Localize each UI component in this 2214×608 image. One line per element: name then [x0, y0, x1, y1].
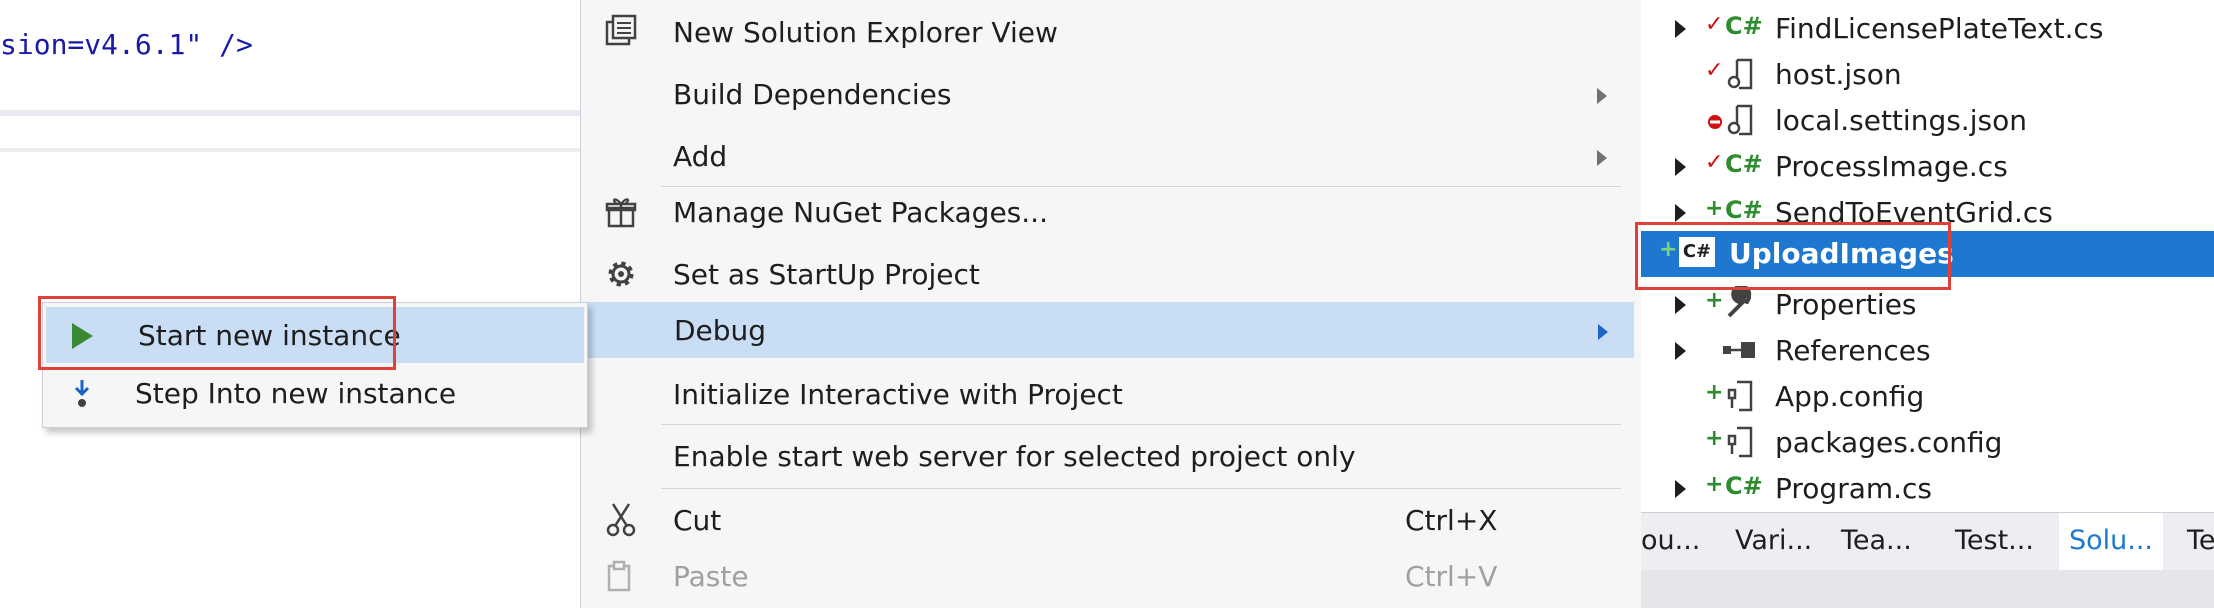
- wrench-icon: [1727, 286, 1752, 318]
- new-view-icon: [605, 14, 637, 46]
- menu-item-manage-nuget[interactable]: Manage NuGet Packages...: [581, 184, 1637, 240]
- submenu-item-step-into-new-instance[interactable]: Step Into new instance: [43, 365, 587, 421]
- menu-shortcut: Ctrl+V: [1405, 560, 1498, 593]
- tree-node-packages-config[interactable]: + packages.config: [1641, 420, 2214, 466]
- tree-node-label: Properties: [1775, 288, 1917, 321]
- nuget-gift-icon: [605, 198, 637, 228]
- menu-item-label: Add: [673, 140, 728, 173]
- menu-item-label: Paste: [673, 560, 749, 593]
- highlight-callout-uploadimages: [1635, 222, 1951, 290]
- paste-icon: [607, 560, 631, 592]
- submenu-arrow-icon: [1597, 150, 1607, 166]
- bottom-bar: [1641, 570, 2214, 608]
- submenu-arrow-icon: [1598, 324, 1608, 340]
- json-file-icon: [1727, 58, 1753, 90]
- tree-node-app-config[interactable]: + App.config: [1641, 374, 2214, 420]
- menu-item-label: New Solution Explorer View: [673, 16, 1058, 49]
- submenu-arrow-icon: [1597, 88, 1607, 104]
- checkmark-icon: ✓: [1705, 150, 1724, 175]
- menu-item-cut[interactable]: Cut Ctrl+X: [581, 492, 1637, 548]
- tab-test[interactable]: Test...: [1955, 525, 2034, 556]
- added-plus-icon: +: [1705, 426, 1724, 451]
- checkmark-icon: ✓: [1705, 12, 1724, 37]
- context-menu: New Solution Explorer View Build Depende…: [580, 0, 1642, 608]
- tree-node-processimage[interactable]: ✓ C# ProcessImage.cs: [1641, 144, 2214, 190]
- added-plus-icon: +: [1705, 472, 1724, 497]
- menu-item-debug[interactable]: Debug: [582, 302, 1634, 358]
- code-line: sion=v4.6.1" />: [0, 28, 253, 61]
- expand-arrow-icon[interactable]: [1675, 342, 1686, 360]
- expand-arrow-icon[interactable]: [1675, 480, 1686, 498]
- tab-solution-explorer[interactable]: Solu...: [2059, 513, 2164, 571]
- menu-item-set-startup[interactable]: Set as StartUp Project: [581, 246, 1637, 302]
- tree-node-findlicenseplatetext[interactable]: ✓ C# FindLicensePlateText.cs: [1641, 6, 2214, 52]
- menu-item-add[interactable]: Add: [581, 128, 1637, 184]
- expand-arrow-icon[interactable]: [1675, 20, 1686, 38]
- step-into-icon: [74, 380, 90, 407]
- tree-node-label: App.config: [1775, 380, 1925, 413]
- csharp-file-icon: C#: [1725, 472, 1763, 500]
- menu-item-label: Cut: [673, 504, 722, 537]
- tab-team-2[interactable]: Te: [2187, 525, 2214, 556]
- menu-item-label: Set as StartUp Project: [673, 258, 980, 291]
- highlight-callout-start-new-instance: [38, 296, 396, 370]
- menu-item-label: Debug: [674, 314, 767, 347]
- menu-item-label: Initialize Interactive with Project: [673, 378, 1123, 411]
- menu-separator: [661, 488, 1621, 489]
- menu-separator: [661, 424, 1621, 425]
- tree-node-label: packages.config: [1775, 426, 2003, 459]
- csharp-file-icon: C#: [1725, 150, 1763, 178]
- menu-item-enable-web-server[interactable]: Enable start web server for selected pro…: [581, 428, 1637, 484]
- menu-shortcut: Ctrl+X: [1405, 504, 1498, 537]
- tab-variables[interactable]: Vari...: [1735, 525, 1812, 556]
- tab-output[interactable]: ou...: [1641, 525, 1700, 556]
- added-plus-icon: +: [1705, 380, 1724, 405]
- json-file-icon: [1727, 104, 1753, 136]
- tree-node-label: References: [1775, 334, 1931, 367]
- tree-node-host-json[interactable]: ✓ host.json: [1641, 52, 2214, 98]
- tab-team[interactable]: Tea...: [1841, 525, 1912, 556]
- tree-node-label: FindLicensePlateText.cs: [1775, 12, 2104, 45]
- menu-item-paste[interactable]: Paste Ctrl+V: [581, 548, 1637, 604]
- tree-node-program-cs[interactable]: + C# Program.cs: [1641, 466, 2214, 512]
- menu-item-label: Manage NuGet Packages...: [673, 196, 1048, 229]
- scissors-icon: [606, 503, 636, 537]
- excluded-icon: [1708, 115, 1722, 129]
- config-file-icon: [1727, 426, 1753, 458]
- tree-node-label: host.json: [1775, 58, 1902, 91]
- editor-divider-2: [0, 148, 580, 152]
- added-plus-icon: +: [1705, 288, 1724, 313]
- menu-item-new-solution-explorer-view[interactable]: New Solution Explorer View: [581, 4, 1637, 60]
- references-icon: [1723, 342, 1755, 358]
- tree-node-label: ProcessImage.cs: [1775, 150, 2008, 183]
- config-file-icon: [1727, 380, 1753, 412]
- tree-node-label: local.settings.json: [1775, 104, 2027, 137]
- tree-node-label: Program.cs: [1775, 472, 1933, 505]
- expand-arrow-icon[interactable]: [1675, 158, 1686, 176]
- menu-item-initialize-interactive[interactable]: Initialize Interactive with Project: [581, 366, 1637, 422]
- checkmark-icon: ✓: [1705, 58, 1724, 83]
- menu-item-label: Build Dependencies: [673, 78, 952, 111]
- menu-item-label: Enable start web server for selected pro…: [673, 440, 1356, 473]
- csharp-file-icon: C#: [1725, 12, 1763, 40]
- submenu-item-label: Step Into new instance: [135, 377, 457, 410]
- tree-node-local-settings-json[interactable]: local.settings.json: [1641, 98, 2214, 144]
- expand-arrow-icon[interactable]: [1675, 204, 1686, 222]
- added-plus-icon: +: [1705, 196, 1724, 221]
- menu-item-build-dependencies[interactable]: Build Dependencies: [581, 66, 1637, 122]
- tool-window-tab-strip: ou... Vari... Tea... Test... Solu... Te: [1641, 512, 2214, 571]
- tree-node-references[interactable]: References: [1641, 328, 2214, 374]
- editor-divider: [0, 110, 580, 116]
- gear-icon: [608, 261, 634, 287]
- expand-arrow-icon[interactable]: [1675, 296, 1686, 314]
